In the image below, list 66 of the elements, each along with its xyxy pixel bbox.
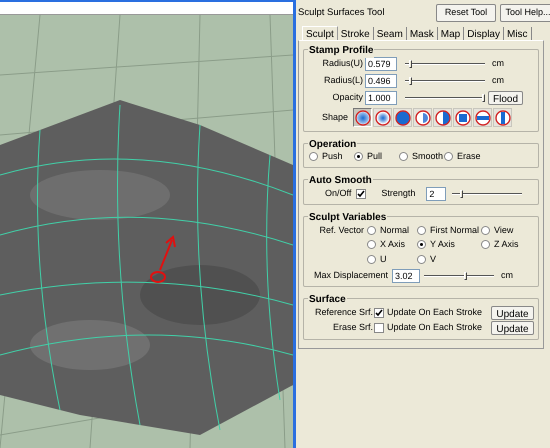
tab[interactable]: Sculpt (302, 26, 338, 40)
field-label: Radius(U) (321, 57, 364, 70)
input-field[interactable]: 3.02 (392, 269, 420, 283)
input-field[interactable]: 2 (426, 186, 446, 200)
checkbox-label: Update On Each Stroke (387, 321, 484, 334)
radio-button[interactable] (399, 152, 408, 162)
radio-label: Pull (367, 150, 382, 163)
field-label: Ref. Vector (318, 224, 365, 236)
radio-button[interactable] (417, 240, 426, 250)
tool-title: Sculpt Surfaces Tool (298, 6, 386, 20)
radio-button[interactable] (444, 152, 453, 162)
shape-button[interactable] (453, 108, 472, 127)
radio-button[interactable] (417, 254, 426, 264)
shape-button[interactable] (373, 108, 392, 127)
radio-label: Smooth (412, 150, 444, 163)
unit-label: cm (492, 57, 504, 70)
unit-label: cm (501, 269, 513, 282)
shape-button[interactable] (393, 108, 412, 127)
group-title: Sculpt Variables (308, 210, 388, 224)
radio-button[interactable] (481, 226, 490, 235)
shape-label: Shape (321, 110, 350, 124)
shape-button[interactable] (433, 108, 452, 127)
shape-button[interactable] (413, 108, 432, 127)
radio-button[interactable] (367, 254, 376, 264)
checkbox[interactable] (356, 188, 366, 198)
shape-button[interactable] (493, 108, 512, 127)
field-label: Radius(L) (322, 74, 364, 88)
group-title: Stamp Profile (308, 43, 374, 58)
field-label: On/Off (325, 186, 352, 200)
radio-button[interactable] (354, 152, 363, 162)
radio-label: View (494, 224, 514, 236)
checkbox[interactable] (374, 323, 384, 333)
radio-label: Z Axis (494, 238, 519, 251)
field-label: Max Displacement (313, 269, 390, 282)
input-field[interactable]: 0.496 (365, 74, 397, 88)
update-button[interactable]: Update (491, 321, 534, 335)
radio-button[interactable] (309, 152, 318, 162)
checkbox-label: Update On Each Stroke (387, 306, 484, 320)
update-button[interactable]: Update (491, 306, 534, 320)
shape-button[interactable] (353, 108, 372, 127)
radio-label: Push (322, 150, 343, 163)
radio-button[interactable] (481, 240, 490, 250)
radio-label: First Normal (430, 224, 479, 236)
checkbox[interactable] (374, 308, 384, 318)
shape-button[interactable] (473, 108, 492, 127)
radio-label: V (430, 252, 436, 266)
field-label: Reference Srf. (314, 306, 374, 320)
radio-label: U (380, 252, 386, 266)
radio-button[interactable] (367, 240, 376, 250)
help-button[interactable]: Tool Help... (500, 4, 550, 22)
radio-button[interactable] (367, 226, 376, 235)
reset-button[interactable]: Reset Tool (436, 4, 496, 22)
radio-label: Normal (380, 224, 410, 236)
unit-label: cm (492, 74, 504, 88)
group-title: Operation (308, 137, 358, 152)
radio-label: Y Axis (430, 238, 455, 251)
radio-button[interactable] (417, 226, 426, 235)
input-field[interactable]: 1.000 (365, 91, 397, 105)
field-label: Strength (381, 186, 416, 200)
flood-button[interactable]: Flood (488, 91, 523, 105)
field-label: Opacity (331, 91, 364, 104)
slider[interactable] (405, 94, 485, 102)
radio-label: X Axis (380, 238, 406, 251)
input-field[interactable]: 0.579 (365, 57, 397, 71)
radio-label: Erase (457, 150, 481, 163)
field-label: Erase Srf. (332, 321, 374, 334)
